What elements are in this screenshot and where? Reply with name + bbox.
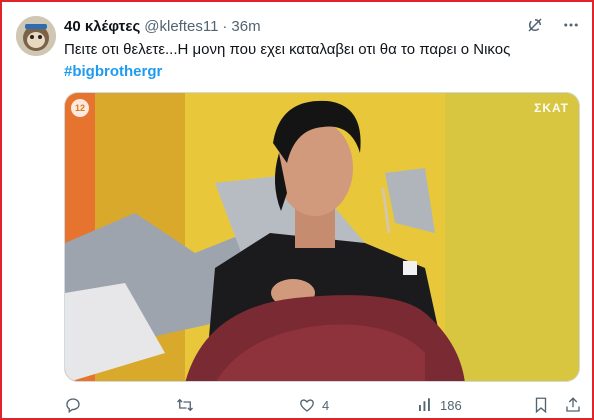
like-count: 4 — [322, 397, 330, 413]
hashtag-link[interactable]: #bigbrothergr — [64, 62, 162, 82]
tweet-media[interactable]: 12 ΣΚΑΤ — [64, 92, 580, 382]
reply-icon — [64, 396, 82, 414]
share-icon — [564, 396, 582, 414]
tweet-top-actions — [526, 16, 580, 34]
channel-logo: ΣΚΑΤ — [534, 101, 569, 115]
views-count: 186 — [440, 397, 462, 413]
grok-icon[interactable] — [526, 16, 544, 34]
views-icon — [416, 396, 434, 414]
retweet-icon — [176, 396, 194, 414]
more-icon[interactable] — [562, 16, 580, 34]
bookmark-icon — [532, 396, 550, 414]
tweet-text: Πειτε οτι θελετε...Η μονη που εχει καταλ… — [64, 41, 511, 58]
rating-badge: 12 — [71, 99, 89, 117]
separator-dot: · — [222, 17, 228, 35]
tweet-header: 40 κλέφτες @kleftes11 · 36m — [64, 15, 261, 37]
avatar[interactable] — [16, 16, 56, 56]
like-button[interactable]: 4 — [298, 396, 329, 414]
views-button[interactable]: 186 — [416, 396, 462, 414]
author-name[interactable]: 40 κλέφτες — [64, 18, 140, 35]
media-image — [65, 93, 579, 381]
like-icon — [298, 396, 316, 414]
reply-button[interactable] — [64, 396, 88, 414]
tweet-actions: 4 186 — [64, 396, 584, 416]
tweet-time[interactable]: 36m — [231, 18, 260, 35]
bookmark-button[interactable] — [532, 396, 550, 414]
retweet-button[interactable] — [176, 396, 200, 414]
share-button[interactable] — [564, 396, 582, 414]
author-handle[interactable]: @kleftes11 — [144, 18, 218, 35]
